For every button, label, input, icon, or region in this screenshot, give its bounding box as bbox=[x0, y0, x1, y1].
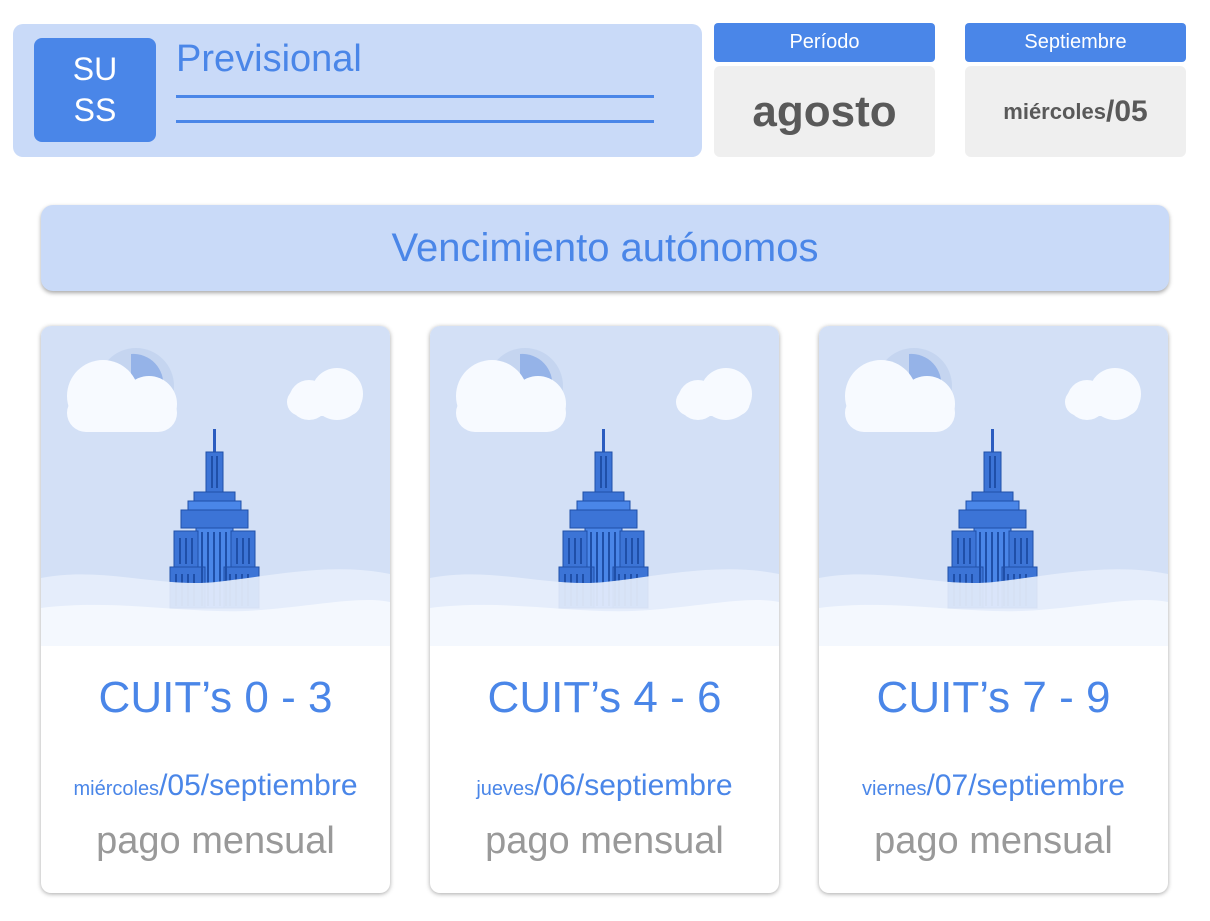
card-subtitle: pago mensual bbox=[96, 820, 335, 862]
building-cloud-illustration bbox=[430, 326, 779, 646]
title-underline bbox=[176, 95, 654, 98]
cuit-card-7-9: CUIT’s 7 - 9 viernes/07/septiembre pago … bbox=[819, 326, 1168, 893]
vencimiento-banner: Vencimiento autónomos bbox=[41, 205, 1169, 291]
title-underline bbox=[176, 120, 654, 123]
due-month-label: Septiembre bbox=[965, 23, 1186, 62]
logo-line-2: SS bbox=[73, 92, 117, 128]
app-title: Previsional bbox=[176, 38, 362, 80]
card-due-date: jueves/06/septiembre bbox=[430, 769, 779, 803]
due-day: /05 bbox=[1106, 94, 1148, 128]
suss-logo: SU SS bbox=[34, 38, 156, 142]
card-title: CUIT’s 4 - 6 bbox=[487, 673, 722, 722]
card-weekday: jueves bbox=[476, 778, 535, 800]
card-weekday: miércoles bbox=[73, 778, 160, 800]
card-due-date: viernes/07/septiembre bbox=[819, 769, 1168, 803]
card-title: CUIT’s 7 - 9 bbox=[876, 673, 1111, 722]
due-weekday: miércoles bbox=[1003, 98, 1106, 124]
card-subtitle: pago mensual bbox=[874, 820, 1113, 862]
card-date-rest: /07/septiembre bbox=[926, 769, 1125, 802]
cuit-card-0-3: CUIT’s 0 - 3 miércoles/05/septiembre pag… bbox=[41, 326, 390, 893]
building-cloud-illustration bbox=[819, 326, 1168, 646]
due-date-value: miércoles/05 bbox=[965, 66, 1186, 157]
building-cloud-illustration bbox=[41, 326, 390, 646]
card-weekday: viernes bbox=[862, 778, 927, 800]
card-title: CUIT’s 0 - 3 bbox=[98, 673, 333, 722]
cuit-card-4-6: CUIT’s 4 - 6 jueves/06/septiembre pago m… bbox=[430, 326, 779, 893]
period-value: agosto bbox=[714, 66, 935, 157]
logo-line-1: SU bbox=[72, 51, 118, 87]
card-date-rest: /06/septiembre bbox=[534, 769, 733, 802]
card-subtitle: pago mensual bbox=[485, 820, 724, 862]
period-label: Período bbox=[714, 23, 935, 62]
card-date-rest: /05/septiembre bbox=[159, 769, 358, 802]
card-due-date: miércoles/05/septiembre bbox=[41, 769, 390, 803]
